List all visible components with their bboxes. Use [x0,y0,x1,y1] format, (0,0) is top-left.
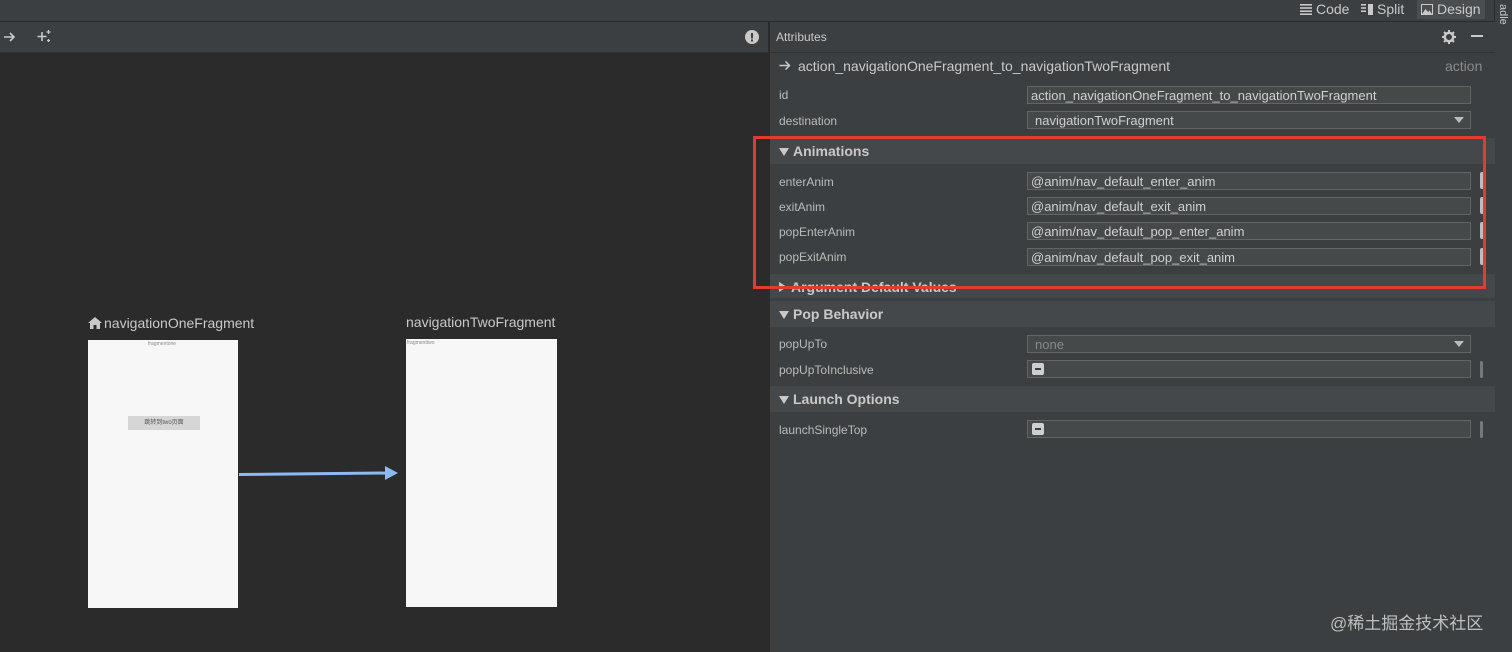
destination-value: navigationTwoFragment [1035,113,1174,128]
launch-options-section-title: Launch Options [793,391,900,407]
destination-label: destination [779,114,838,128]
pop-up-to-value: none [1035,337,1064,352]
watermark: @稀土掘金技术社区 [1330,614,1484,633]
split-view-icon [1361,4,1373,15]
destination-one-screen-button: 跳转到two页面 [128,416,200,430]
destination-one-screen-label: fragmentone [148,341,177,347]
gear-icon[interactable] [1442,30,1456,44]
editor-mode-bar [0,0,1512,22]
id-field[interactable]: action_navigationOneFragment_to_navigati… [1027,86,1471,104]
id-label: id [779,88,789,102]
code-mode-label: Code [1316,1,1350,17]
selected-element-type: action [1445,58,1483,74]
design-mode-label: Design [1437,1,1481,17]
chevron-down-icon [1454,341,1464,347]
attributes-panel: Attributes action_navigationOneFragment_… [769,22,1495,652]
design-toolbar [0,22,768,53]
animations-highlight-box [753,136,1486,289]
destination-two-preview[interactable]: fragmenttwo [406,339,557,607]
action-arrow-icon [779,60,791,71]
minimize-icon[interactable] [1471,35,1483,38]
pop-up-to-dropdown[interactable]: none [1027,335,1471,353]
boolean-toggle-icon[interactable] [1032,423,1044,435]
destination-dropdown[interactable]: navigationTwoFragment [1027,111,1471,129]
collapse-triangle-icon [779,311,789,319]
split-mode-button[interactable]: Split [1357,0,1408,19]
auto-arrange-sparkle-icon[interactable] [36,29,52,45]
destination-one-title: navigationOneFragment [104,315,255,331]
launch-single-top-label: launchSingleTop [779,423,868,437]
selected-element-name: action_navigationOneFragment_to_navigati… [798,58,1171,74]
pop-behavior-section-header[interactable]: Pop Behavior [770,301,1495,327]
code-mode-button[interactable]: Code [1296,0,1353,19]
destination-two-title: navigationTwoFragment [406,314,556,330]
attributes-title: Attributes [776,30,827,44]
pop-behavior-section-title: Pop Behavior [793,306,884,322]
home-icon [88,317,102,329]
pop-up-to-inclusive-field[interactable] [1027,360,1471,378]
warning-info-icon[interactable] [745,30,759,44]
chevron-down-icon [1454,117,1464,123]
navigation-action-arrow[interactable] [238,463,400,483]
pop-up-to-inclusive-label: popUpToInclusive [779,363,874,377]
collapse-triangle-icon [779,396,789,404]
launch-options-section-header[interactable]: Launch Options [770,386,1495,412]
design-mode-button[interactable]: Design [1417,0,1485,19]
destination-one-preview[interactable]: fragmentone 跳转到two页面 [88,340,238,608]
side-tab-label: adle [1497,4,1509,25]
split-mode-label: Split [1377,1,1405,17]
code-lines-icon [1300,4,1312,15]
arrow-right-icon[interactable] [3,31,17,43]
gradle-side-tab[interactable]: adle [1494,0,1512,652]
boolean-toggle-icon[interactable] [1032,363,1044,375]
launch-single-top-picker[interactable] [1480,421,1483,438]
pop-up-to-label: popUpTo [779,337,828,351]
pop-up-to-inclusive-picker[interactable] [1480,361,1483,378]
attributes-header: Attributes [770,22,1495,53]
launch-single-top-field[interactable] [1027,420,1471,438]
destination-two-screen-label: fragmenttwo [407,340,435,346]
image-icon [1421,4,1433,15]
